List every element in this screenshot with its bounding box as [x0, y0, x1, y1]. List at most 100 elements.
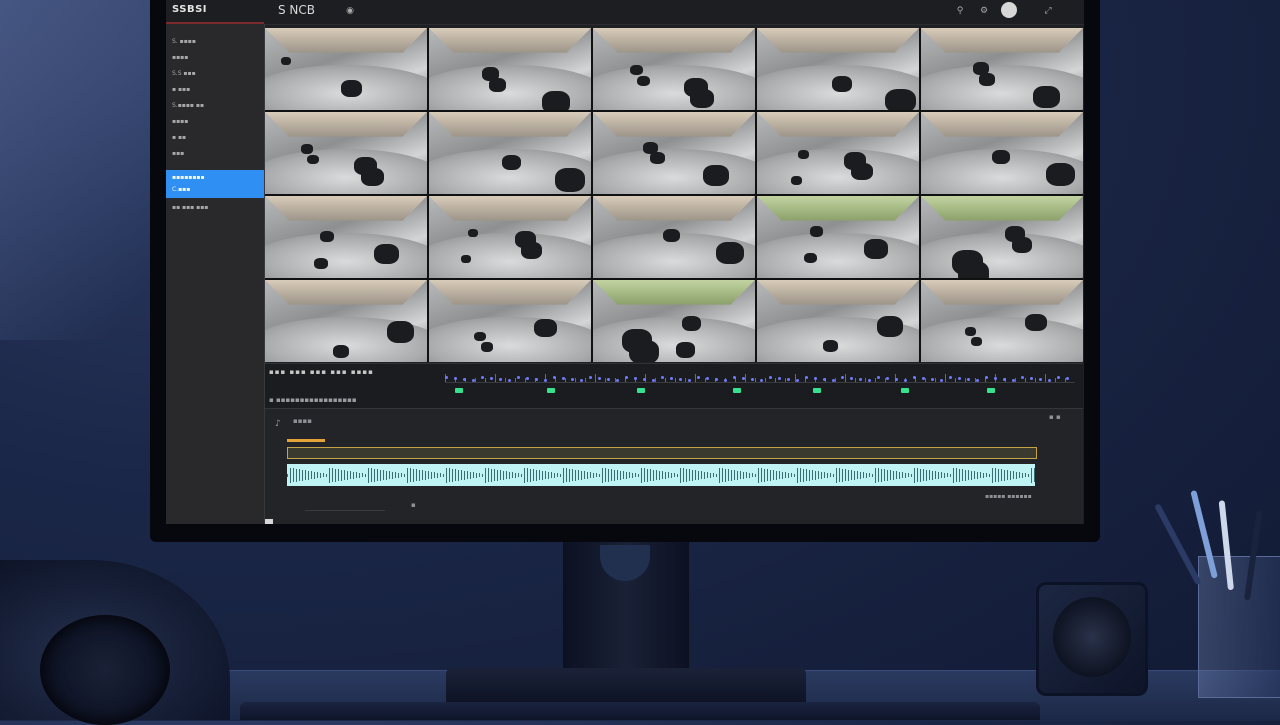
camera-feed[interactable]	[429, 28, 591, 110]
sidebar-item-2[interactable]: ▪▪▪▪	[172, 54, 188, 61]
waveform-spike	[974, 471, 975, 479]
sidebar-item-5[interactable]: S.▪▪▪▪ ▪▪	[172, 102, 204, 109]
event-marker[interactable]	[547, 388, 555, 393]
camera-feed[interactable]	[593, 112, 755, 194]
camera-feed[interactable]	[429, 196, 591, 278]
user-avatar[interactable]	[1001, 2, 1017, 18]
event-marker[interactable]	[813, 388, 821, 393]
camera-feed[interactable]	[593, 196, 755, 278]
gear-icon[interactable]: ⚙	[978, 5, 990, 17]
camera-feed[interactable]	[265, 280, 427, 362]
feed-object	[823, 339, 839, 352]
waveform-spike	[1022, 472, 1023, 478]
waveform-controls[interactable]: ▪ ▪	[1049, 413, 1061, 421]
waveform-spike	[683, 468, 684, 482]
play-button[interactable]: ▪	[411, 501, 416, 509]
sidebar-item-6[interactable]: ▪▪▪▪	[172, 118, 188, 125]
waveform-spike	[911, 473, 912, 477]
ruler-tick	[685, 378, 686, 382]
feed-wall	[429, 112, 591, 137]
feed-wall	[429, 280, 591, 305]
waveform-spike	[815, 470, 816, 480]
ruler-tick	[945, 374, 946, 382]
scrub-line[interactable]	[305, 510, 385, 511]
waveform-spike	[734, 470, 735, 480]
waveform-spike	[479, 473, 480, 477]
camera-feed[interactable]	[757, 112, 919, 194]
camera-feed[interactable]	[265, 196, 427, 278]
pen	[1154, 503, 1202, 586]
feed-wall	[265, 112, 427, 137]
camera-feed[interactable]	[593, 280, 755, 362]
ruler-tick	[845, 374, 846, 382]
waveform-spike	[527, 468, 528, 482]
timeline-toolbar[interactable]: ▪▪▪ ▪▪▪ ▪▪▪ ▪▪▪ ▪▪▪▪	[269, 368, 374, 376]
waveform-spike	[485, 467, 486, 483]
camera-feed[interactable]	[757, 280, 919, 362]
event-dot	[553, 376, 556, 379]
waveform-spike	[455, 469, 456, 481]
event-track[interactable]	[287, 447, 1037, 459]
ruler-tick	[1015, 378, 1016, 382]
waveform-spike	[506, 471, 507, 479]
waveform-spike	[665, 471, 666, 479]
playhead-range[interactable]	[287, 439, 325, 442]
camera-feed[interactable]	[921, 280, 1083, 362]
waveform-spike	[368, 467, 369, 483]
camera-feed[interactable]	[429, 112, 591, 194]
expand-icon[interactable]: ⤢	[1042, 5, 1054, 17]
event-marker[interactable]	[901, 388, 909, 393]
waveform-spike	[305, 470, 306, 480]
waveform-spike	[539, 470, 540, 480]
waveform-spike	[413, 468, 414, 482]
timeline[interactable]: ▪▪▪ ▪▪▪ ▪▪▪ ▪▪▪ ▪▪▪▪ ▪ ▪▪▪▪▪▪▪▪▪▪▪▪▪▪▪▪▪	[265, 363, 1083, 408]
waveform-spike	[374, 468, 375, 482]
feed-wall	[593, 196, 755, 221]
waveform-spike	[749, 472, 750, 478]
camera-feed[interactable]	[429, 280, 591, 362]
camera-feed[interactable]	[593, 28, 755, 110]
sidebar-item-7[interactable]: ▪ ▪▪	[172, 134, 186, 141]
waveform-spike	[872, 473, 873, 477]
link-icon[interactable]: ⚲	[954, 5, 966, 17]
feed-floor	[593, 148, 755, 194]
sidebar-item-8[interactable]: ▪▪▪	[172, 150, 184, 157]
sidebar-active-line2: C.▪▪▪	[172, 186, 191, 193]
event-dot	[832, 379, 835, 382]
audio-waveform[interactable]	[287, 464, 1035, 486]
waveform-spike	[764, 468, 765, 482]
audio-icon[interactable]: ♪	[275, 419, 281, 429]
waveform-spike	[548, 471, 549, 479]
record-icon[interactable]: ◉	[344, 5, 356, 17]
camera-feed[interactable]	[265, 112, 427, 194]
sidebar-item-4[interactable]: ▪ ▪▪▪	[172, 86, 190, 93]
camera-feed[interactable]	[921, 196, 1083, 278]
waveform-time: ▪▪▪▪▪ ▪▪▪▪▪▪	[985, 493, 1032, 500]
sidebar-item-1[interactable]: S. ▪▪▪▪	[172, 38, 196, 45]
ruler-tick	[655, 378, 656, 382]
sidebar-item-after[interactable]: ▪▪ ▪▪▪ ▪▪▪	[172, 204, 208, 211]
camera-feed[interactable]	[757, 28, 919, 110]
event-marker[interactable]	[733, 388, 741, 393]
event-marker[interactable]	[455, 388, 463, 393]
camera-feed[interactable]	[757, 196, 919, 278]
waveform-spike	[1025, 473, 1026, 477]
panel-handle[interactable]	[265, 519, 273, 524]
waveform-spike	[566, 468, 567, 482]
feed-wall	[757, 112, 919, 137]
event-dot	[985, 376, 988, 379]
camera-feed[interactable]	[265, 28, 427, 110]
event-marker[interactable]	[637, 388, 645, 393]
waveform-spike	[806, 469, 807, 481]
waveform-spike	[821, 471, 822, 479]
event-marker[interactable]	[987, 388, 995, 393]
camera-feed[interactable]	[921, 112, 1083, 194]
waveform-spike	[767, 469, 768, 481]
waveform-spike	[962, 469, 963, 481]
ruler-tick	[565, 378, 566, 382]
camera-feed[interactable]	[921, 28, 1083, 110]
sidebar-item-active[interactable]: ▪▪▪▪▪▪▪▪ C.▪▪▪	[166, 170, 264, 198]
sidebar-item-3[interactable]: S.S ▪▪▪	[172, 70, 196, 77]
waveform-spike	[608, 468, 609, 482]
waveform-spike	[848, 469, 849, 481]
